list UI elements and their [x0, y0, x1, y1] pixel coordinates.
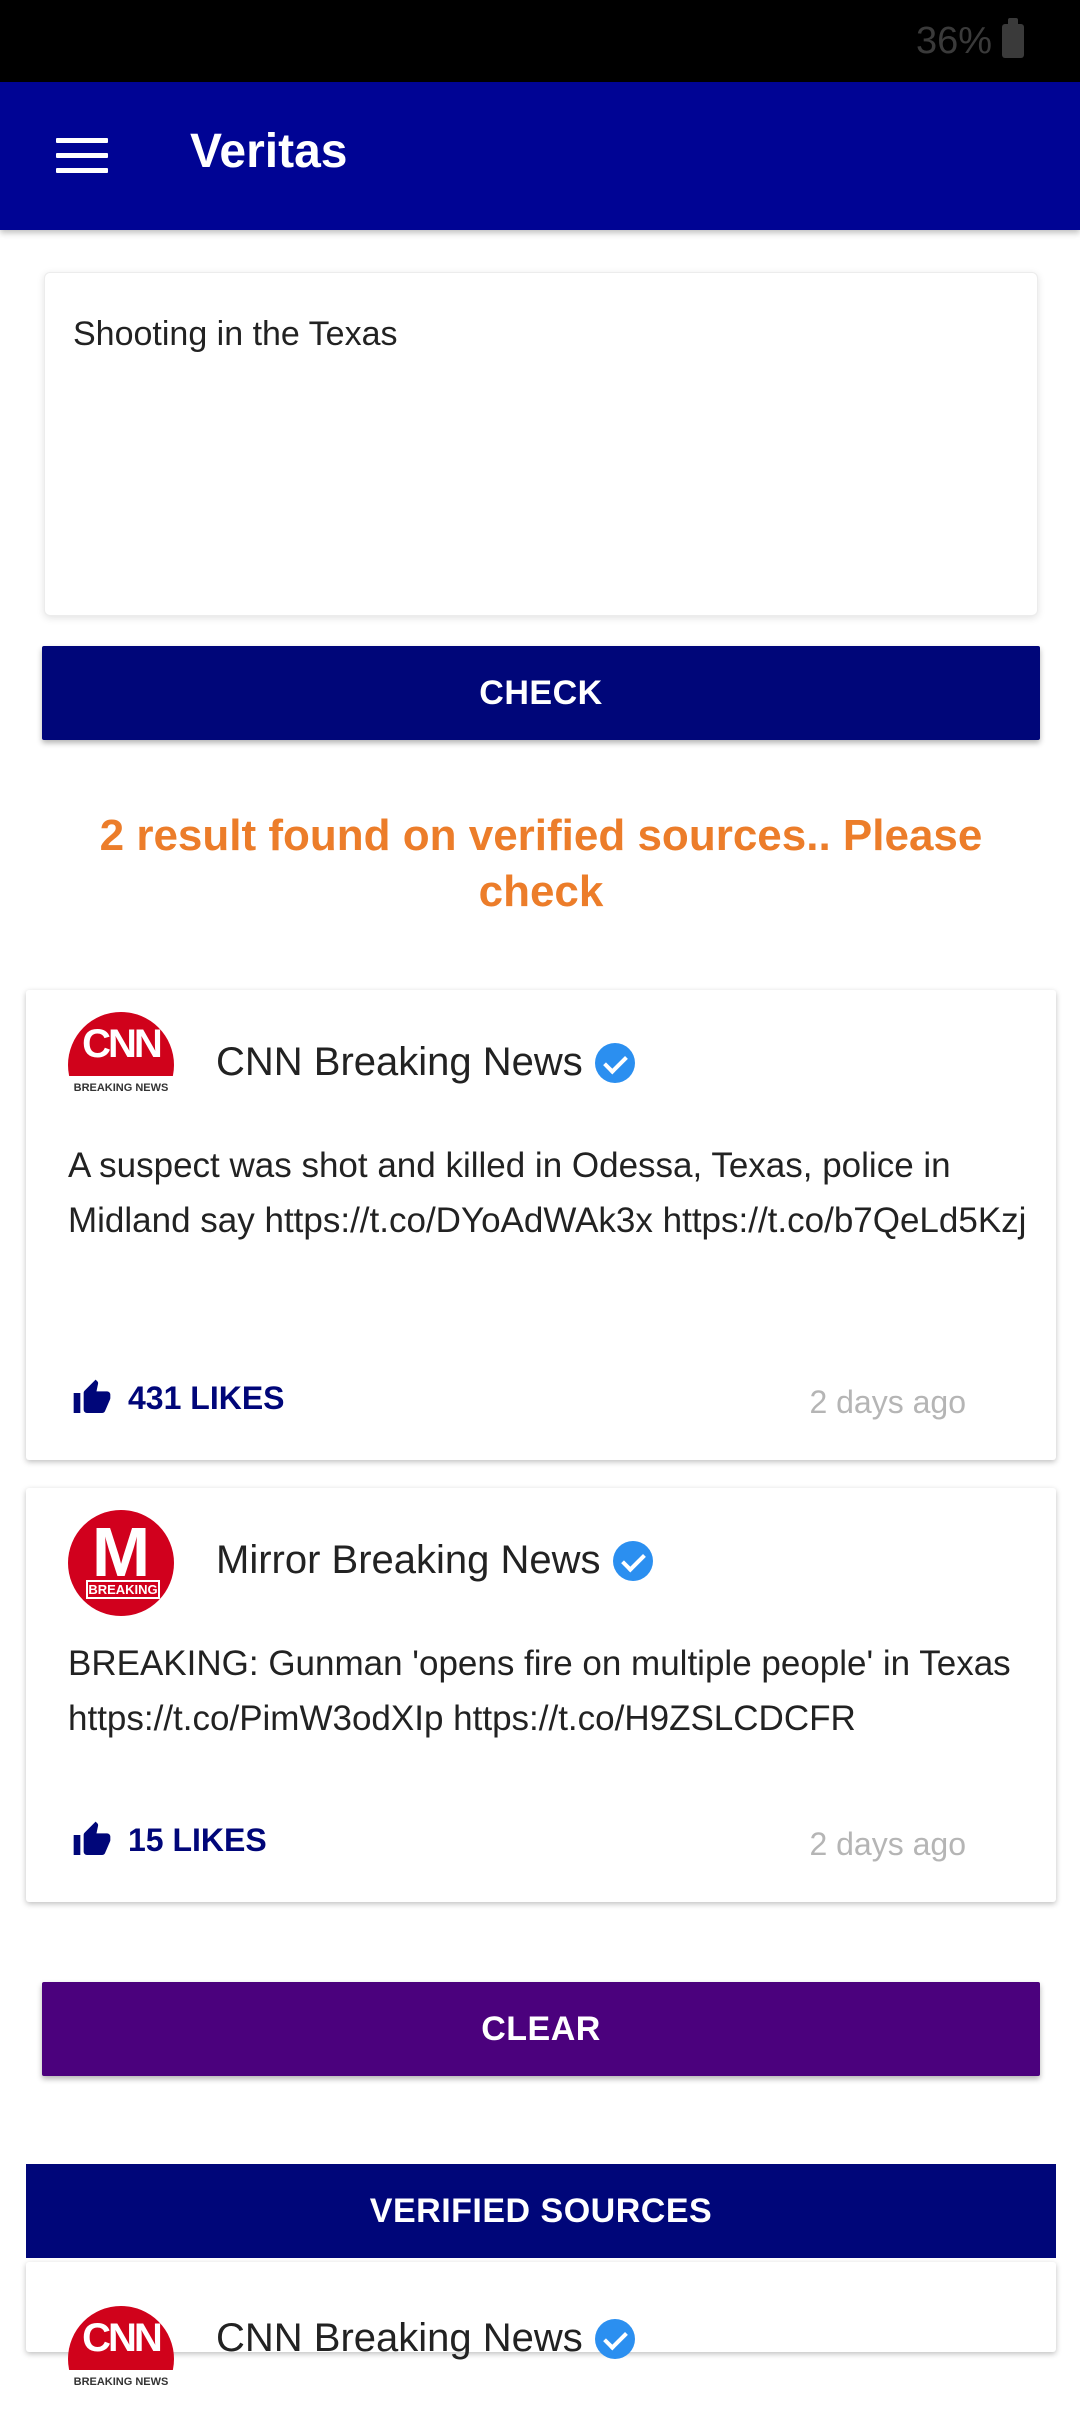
likes-count: 15 LIKES — [128, 1821, 267, 1858]
battery-percentage: 36% — [915, 20, 992, 62]
verified-sources-header: VERIFIED SOURCES — [26, 2164, 1056, 2258]
app-bar: Veritas — [0, 82, 1080, 230]
cnn-logo-avatar: CNN BREAKING NEWS — [68, 1012, 174, 1118]
verified-check-icon — [594, 1042, 635, 1083]
result-message: 2 result found on verified sources.. Ple… — [99, 811, 983, 916]
likes-button[interactable]: 431 LIKES — [70, 1378, 285, 1418]
battery-icon — [1002, 18, 1024, 58]
query-input[interactable]: Shooting in the Texas — [44, 272, 1038, 616]
likes-count: 431 LIKES — [128, 1379, 285, 1416]
check-button[interactable]: CHECK — [42, 646, 1040, 740]
post-time: 2 days ago — [809, 1826, 966, 1862]
source-name: CNN Breaking News — [216, 2316, 635, 2361]
likes-button[interactable]: 15 LIKES — [70, 1820, 267, 1860]
app-title: Veritas — [190, 125, 348, 178]
thumbs-up-icon — [73, 1821, 111, 1855]
thumbs-up-icon — [73, 1379, 111, 1413]
status-bar: 36% — [0, 0, 1080, 82]
menu-icon[interactable] — [56, 138, 108, 174]
post-time: 2 days ago — [809, 1384, 966, 1420]
source-name: CNN Breaking News — [216, 1040, 635, 1085]
source-name: Mirror Breaking News — [216, 1538, 653, 1583]
mirror-logo-avatar: M BREAKING — [68, 1510, 174, 1616]
verified-source-card[interactable]: CNN BREAKING NEWS CNN Breaking News — [26, 2262, 1056, 2412]
post-text: A suspect was shot and killed in Odessa,… — [68, 1146, 1027, 1240]
verified-check-icon — [612, 1540, 653, 1581]
result-card[interactable]: CNN BREAKING NEWS CNN Breaking News A su… — [26, 990, 1056, 1460]
clear-button[interactable]: CLEAR — [42, 1982, 1040, 2076]
verified-check-icon — [594, 2318, 635, 2359]
post-text: BREAKING: Gunman 'opens fire on multiple… — [68, 1644, 1011, 1738]
cnn-logo-avatar: CNN BREAKING NEWS — [68, 2306, 174, 2412]
result-card[interactable]: M BREAKING Mirror Breaking News BREAKING… — [26, 1488, 1056, 1902]
